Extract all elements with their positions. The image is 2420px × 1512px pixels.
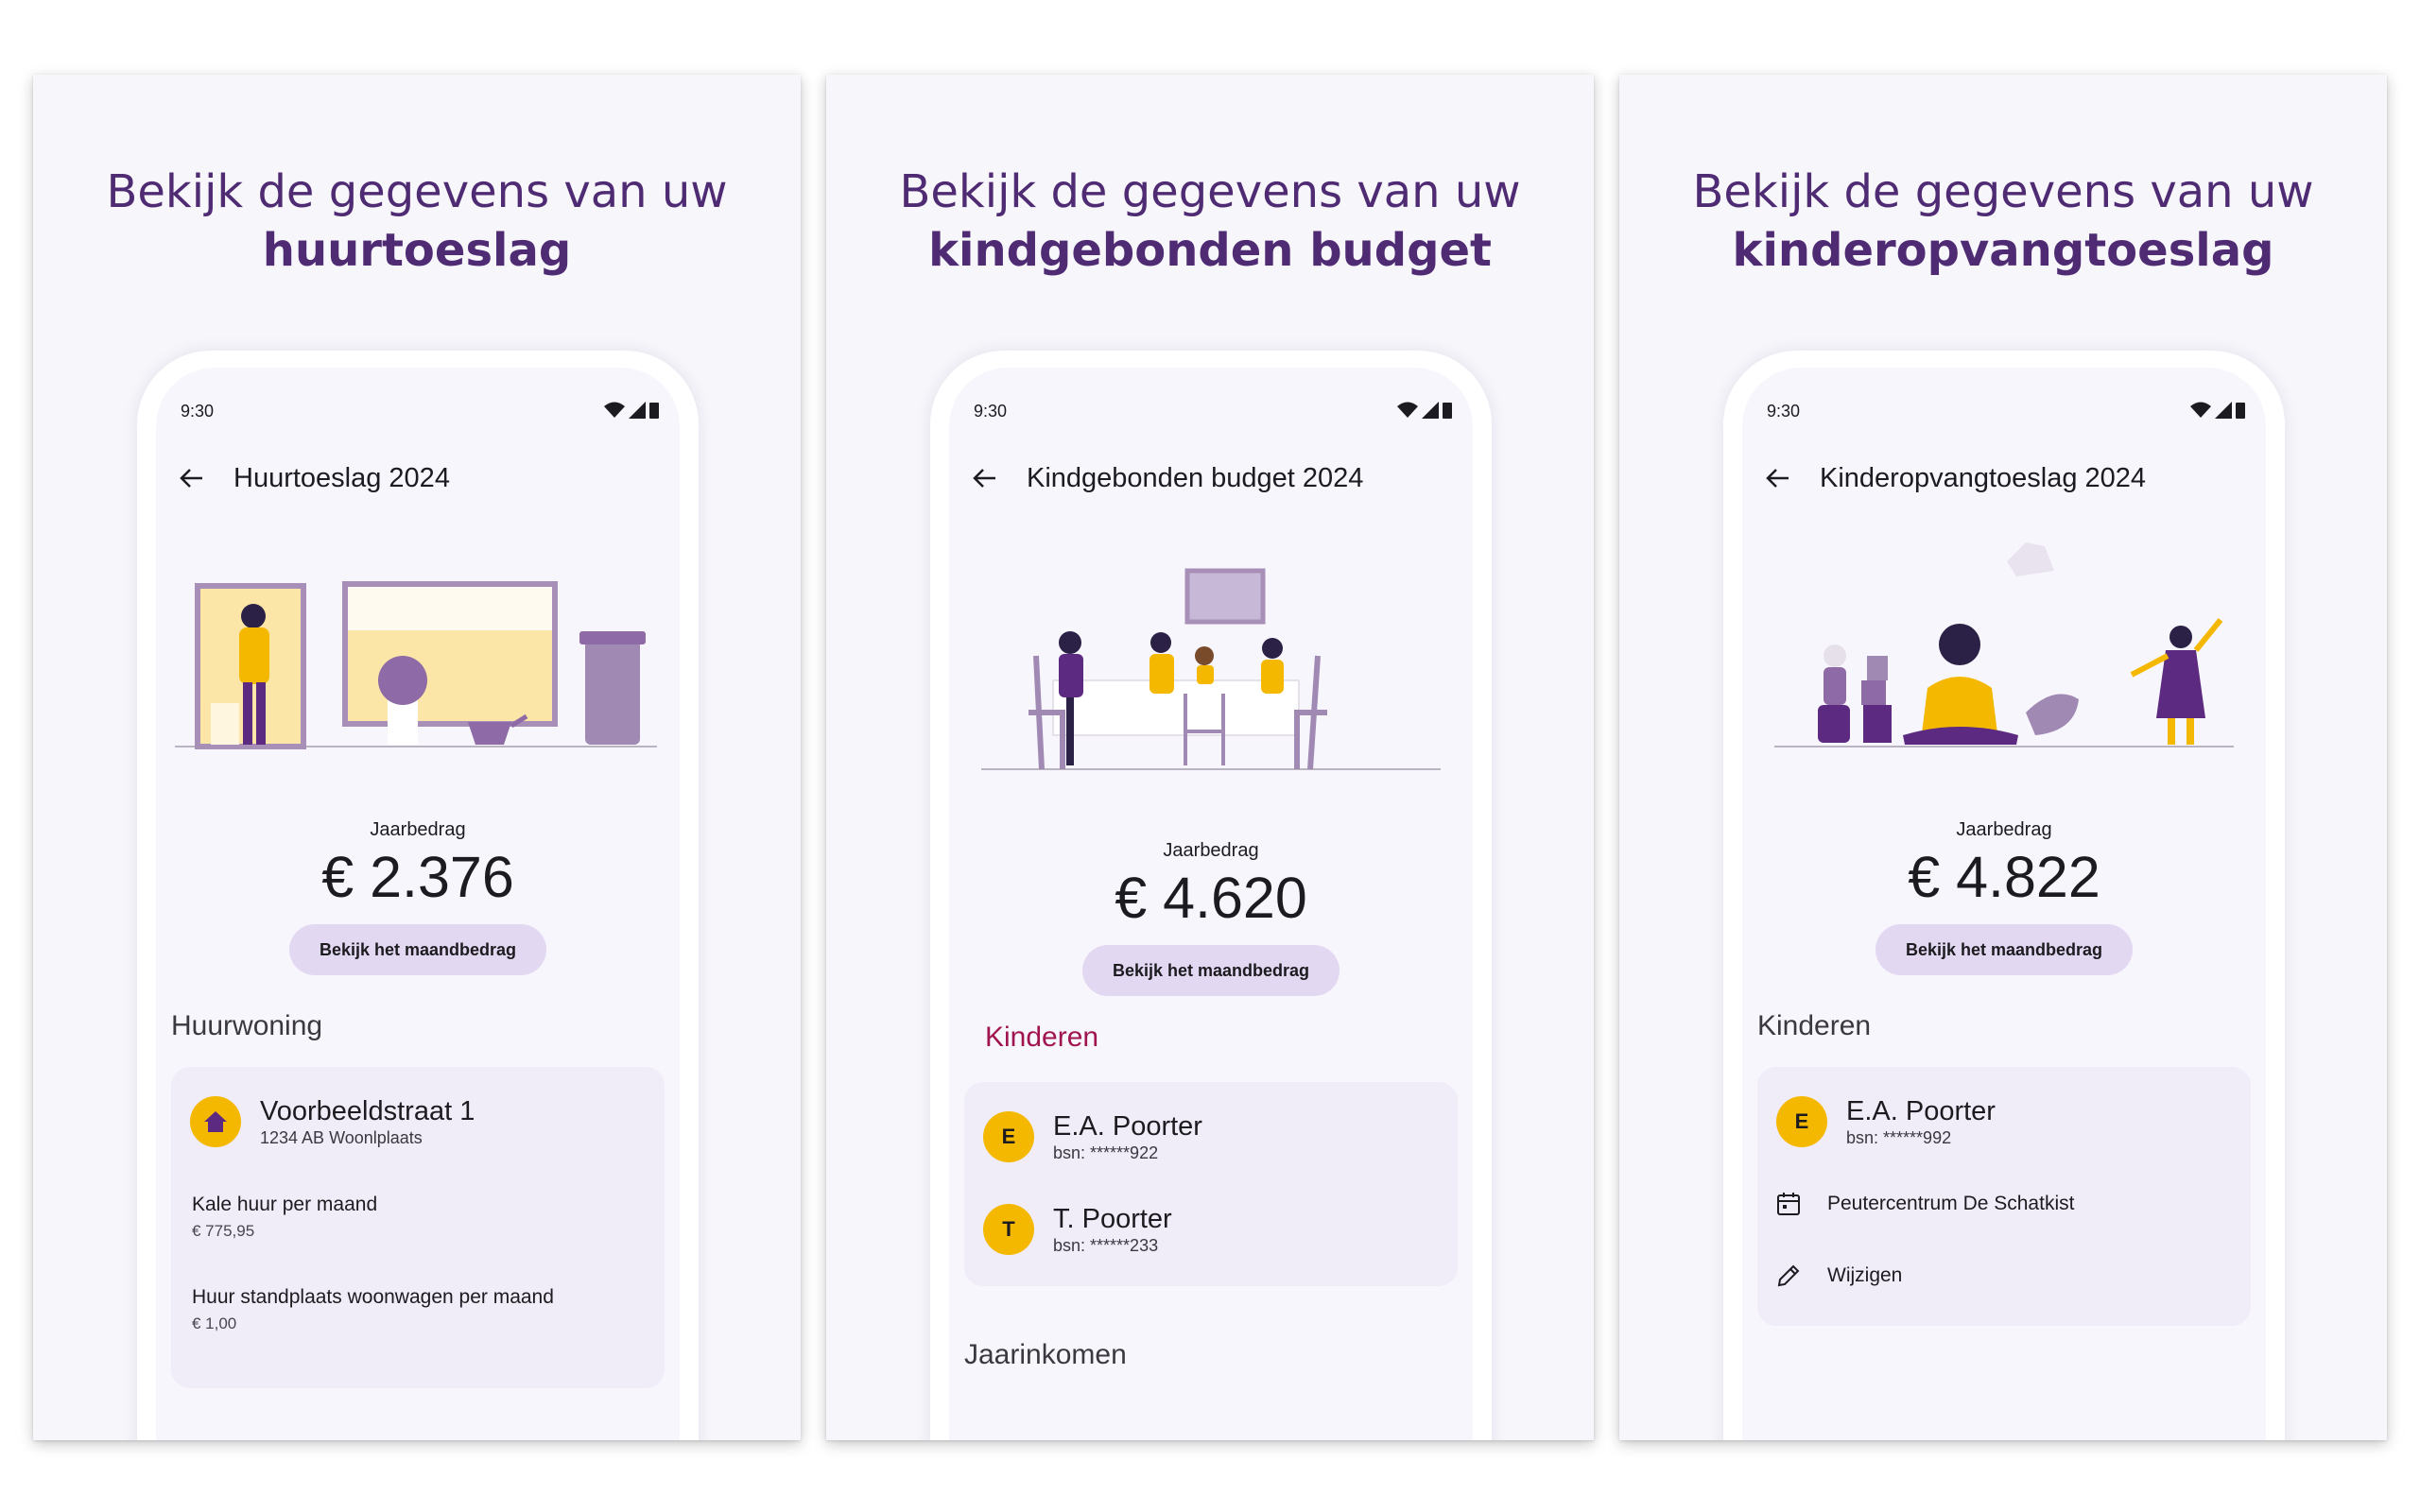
field-value: € 1,00 (192, 1314, 237, 1332)
avatar: E (1776, 1096, 1827, 1147)
signal-icon (629, 402, 646, 419)
phone-frame: 9:30 Kinderopvangtoeslag 2024 Jaarbedrag… (1723, 351, 2285, 1440)
children-card: E E.A. Poorter bsn: ******922 T T. Poort… (964, 1082, 1458, 1286)
child-name: E.A. Poorter (1053, 1111, 1202, 1142)
page-title: Kinderopvangtoeslag 2024 (1820, 462, 2147, 493)
annual-amount: Jaarbedrag € 4.822 Bekijk het maandbedra… (1742, 819, 2266, 975)
edit-row[interactable]: Wijzigen (1776, 1263, 1902, 1288)
amount-value: € 2.376 (321, 845, 514, 909)
section-title-income: Jaarinkomen (964, 1339, 1127, 1370)
calendar-icon (1777, 1193, 1800, 1215)
status-time: 9:30 (1767, 402, 1801, 421)
battery-icon (2236, 403, 2245, 419)
headline: Bekijk de gegevens van uw kindgebonden b… (826, 163, 1594, 280)
amount-label: Jaarbedrag (1956, 819, 2052, 840)
annual-amount: Jaarbedrag € 4.620 Bekijk het maandbedra… (949, 840, 1473, 996)
headline-line2: kinderopvangtoeslag (1732, 224, 2274, 277)
edit-label: Wijzigen (1827, 1264, 1903, 1286)
list-item-child[interactable]: T T. Poorter bsn: ******233 (983, 1203, 1439, 1256)
amount-value: € 4.822 (1908, 845, 2100, 909)
panel-huurtoeslag: Bekijk de gegevens van uw huurtoeslag 9:… (33, 75, 801, 1440)
child-name: T. Poorter (1053, 1204, 1172, 1234)
child-bsn: bsn: ******992 (1846, 1128, 1952, 1147)
wifi-icon (2190, 402, 2211, 418)
panel-kinderopvangtoeslag: Bekijk de gegevens van uw kinderopvangto… (1619, 75, 2387, 1440)
childcare-card: E E.A. Poorter bsn: ******992 Peutercent… (1757, 1067, 2251, 1326)
list-item-child[interactable]: E E.A. Poorter bsn: ******992 (1776, 1095, 2232, 1148)
annual-amount: Jaarbedrag € 2.376 Bekijk het maandbedra… (156, 819, 680, 975)
child-name: E.A. Poorter (1846, 1096, 1996, 1126)
app-bar: Kinderopvangtoeslag 2024 (1759, 456, 2249, 500)
signal-icon (2215, 402, 2232, 419)
section-title: Huurwoning (171, 1010, 323, 1041)
field-label: Kale huur per maand (192, 1194, 378, 1215)
wifi-icon (604, 402, 625, 418)
status-icons (1397, 402, 1452, 419)
address-city: 1234 AB Woonlplaats (260, 1128, 423, 1147)
phone-screen: 9:30 Huurtoeslag 2024 Jaarbedrag € 2.376… (156, 368, 680, 1440)
phone-frame: 9:30 Kindgebonden budget 2024 Jaarbedrag… (930, 351, 1492, 1440)
address-street: Voorbeeldstraat 1 (260, 1096, 475, 1126)
child-bsn: bsn: ******922 (1053, 1143, 1159, 1162)
back-arrow-icon[interactable] (1759, 459, 1797, 497)
view-monthly-button[interactable]: Bekijk het maandbedrag (1081, 945, 1340, 996)
phone-screen: 9:30 Kinderopvangtoeslag 2024 Jaarbedrag… (1742, 368, 2266, 1440)
page-title: Kindgebonden budget 2024 (1027, 462, 1364, 493)
avatar: T (983, 1204, 1034, 1255)
phone-screen: 9:30 Kindgebonden budget 2024 Jaarbedrag… (949, 368, 1473, 1440)
back-arrow-icon[interactable] (173, 459, 211, 497)
page-title: Huurtoeslag 2024 (233, 462, 450, 493)
status-time: 9:30 (181, 402, 215, 421)
field-value: € 775,95 (192, 1222, 255, 1240)
wifi-icon (1397, 402, 1418, 418)
panel-kindgebonden-budget: Bekijk de gegevens van uw kindgebonden b… (826, 75, 1594, 1440)
family-dinner-illustration (981, 568, 1441, 770)
childcare-location-row[interactable]: Peutercentrum De Schatkist (1776, 1192, 2074, 1216)
field-pitch-rent: Huur standplaats woonwagen per maand € 1… (192, 1286, 554, 1333)
field-rent: Kale huur per maand € 775,95 (192, 1194, 377, 1241)
home-card: Voorbeeldstraat 1 1234 AB Woonlplaats Ka… (171, 1067, 665, 1388)
signal-icon (1422, 402, 1439, 419)
headline-line2: huurtoeslag (262, 224, 572, 277)
headline: Bekijk de gegevens van uw huurtoeslag (33, 163, 801, 280)
childcare-name: Peutercentrum De Schatkist (1827, 1193, 2075, 1214)
battery-icon (1443, 403, 1452, 419)
headline-line1: Bekijk de gegevens van uw (899, 165, 1521, 218)
battery-icon (649, 403, 659, 419)
view-monthly-button[interactable]: Bekijk het maandbedrag (288, 924, 547, 975)
amount-label: Jaarbedrag (1163, 840, 1259, 861)
status-time: 9:30 (974, 402, 1008, 421)
back-arrow-icon[interactable] (966, 459, 1004, 497)
status-icons (2190, 402, 2245, 419)
headline: Bekijk de gegevens van uw kinderopvangto… (1619, 163, 2387, 280)
childcare-play-illustration (1774, 542, 2234, 747)
app-bar: Huurtoeslag 2024 (173, 456, 663, 500)
avatar: E (983, 1111, 1034, 1162)
headline-line1: Bekijk de gegevens van uw (106, 165, 728, 218)
home-icon (204, 1111, 227, 1132)
app-bar: Kindgebonden budget 2024 (966, 456, 1456, 500)
list-item-child[interactable]: E E.A. Poorter bsn: ******922 (983, 1110, 1439, 1163)
child-bsn: bsn: ******233 (1053, 1236, 1159, 1255)
view-monthly-button[interactable]: Bekijk het maandbedrag (1875, 924, 2134, 975)
amount-label: Jaarbedrag (370, 819, 466, 840)
headline-line2: kindgebonden budget (928, 224, 1492, 277)
rental-home-illustration (175, 581, 657, 749)
field-label: Huur standplaats woonwagen per maand (192, 1286, 554, 1308)
pencil-icon (1777, 1264, 1800, 1287)
home-avatar (190, 1096, 241, 1147)
status-icons (604, 402, 659, 419)
amount-value: € 4.620 (1115, 866, 1307, 930)
headline-line1: Bekijk de gegevens van uw (1692, 165, 2314, 218)
phone-frame: 9:30 Huurtoeslag 2024 Jaarbedrag € 2.376… (137, 351, 699, 1440)
address-row[interactable]: Voorbeeldstraat 1 1234 AB Woonlplaats (190, 1095, 646, 1148)
section-title: Kinderen (1757, 1010, 1872, 1041)
section-title: Kinderen (985, 1022, 1099, 1053)
